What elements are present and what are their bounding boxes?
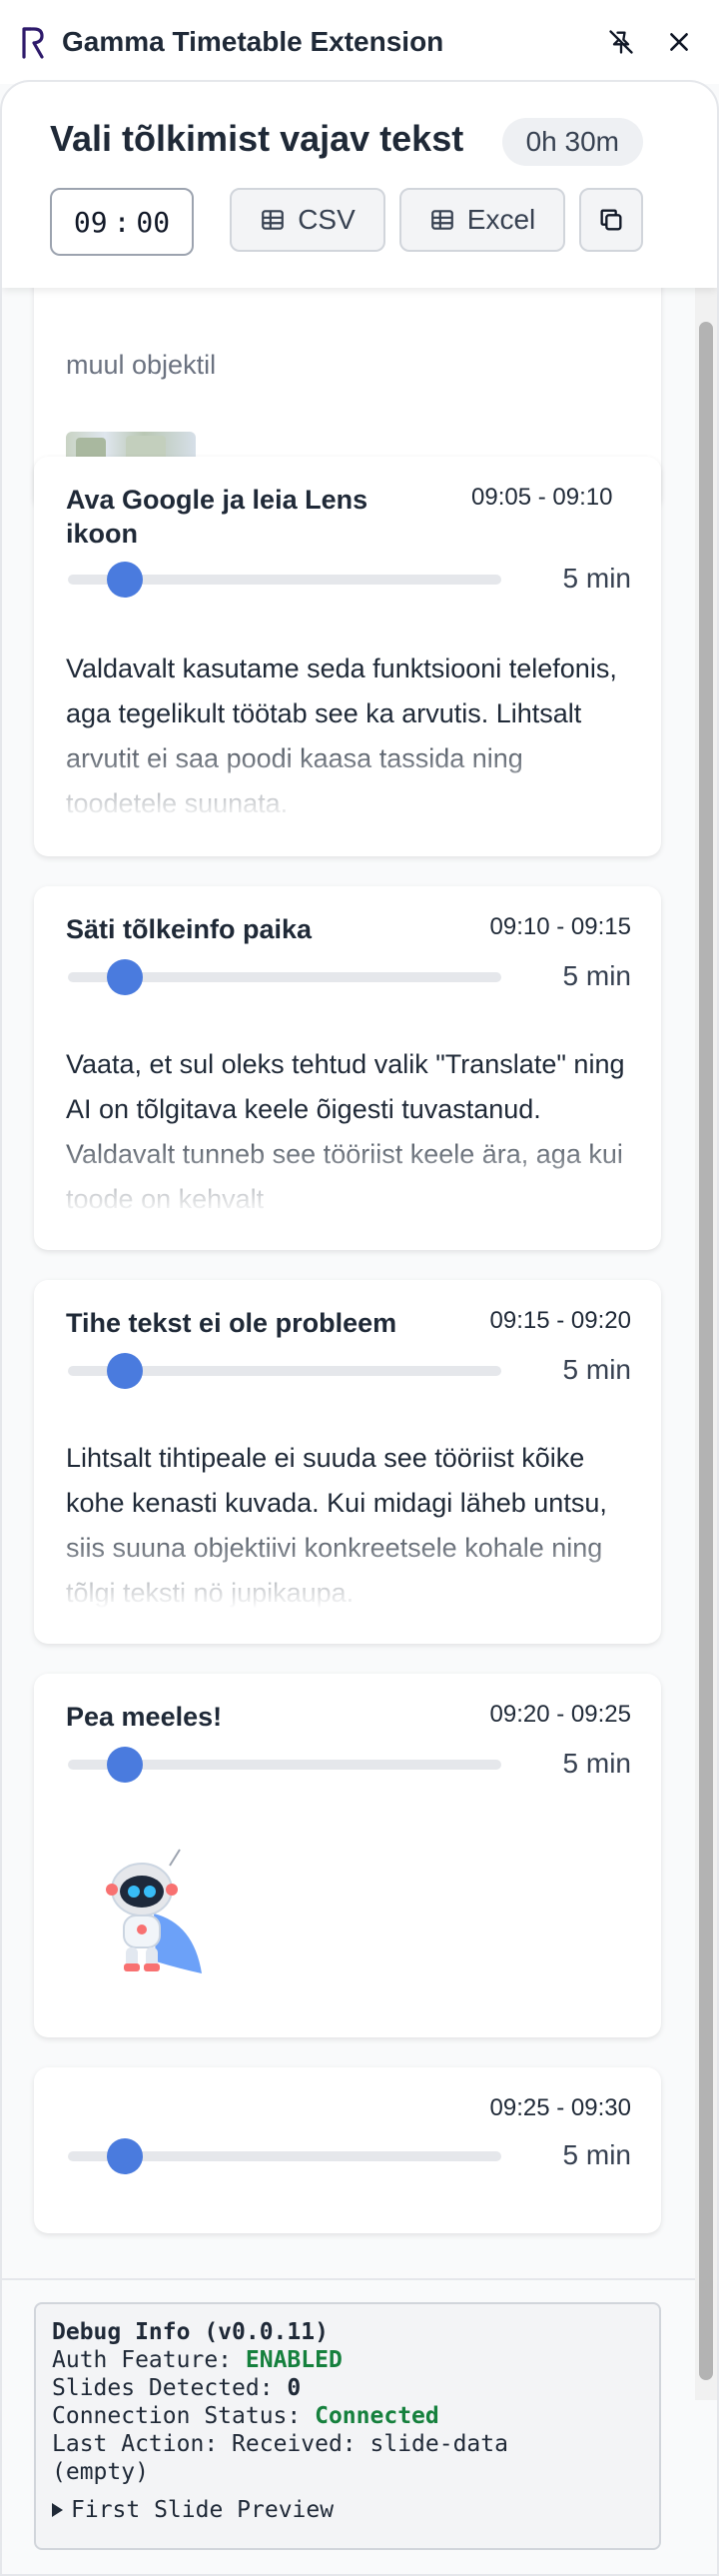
robot-mascot-image (106, 1849, 202, 1973)
auth-label: Auth Feature: (52, 2347, 233, 2373)
duration-slider[interactable] (68, 959, 501, 995)
slide-title: Ava Google ja leia Lens ikoon (66, 485, 368, 549)
slide-card: Tihe tekst ei ole probleem 09:15 - 09:20… (34, 1280, 661, 1644)
last-action-value: Received: slide-data (232, 2431, 508, 2457)
slide-card: Pea meeles! 09:20 - 09:25 5 min (34, 1674, 661, 2037)
slider-thumb[interactable] (107, 1747, 144, 1783)
slide-time-range: 09:25 - 09:30 (489, 2094, 631, 2121)
last-action-extra: (empty) (52, 2459, 149, 2485)
slide-duration: 5 min (562, 960, 631, 991)
duration-slider[interactable] (68, 2138, 501, 2174)
duration-slider[interactable] (68, 1747, 501, 1783)
total-duration-badge: 0h 30m (501, 118, 643, 166)
close-icon (670, 33, 688, 51)
connection-row: Connection Status: Connected (52, 2402, 643, 2430)
copy-button[interactable] (579, 188, 643, 252)
unpin-button[interactable] (601, 22, 641, 62)
slides-label: Slides Detected: (52, 2375, 274, 2401)
slide-title: Tihe tekst ei ole probleem (66, 1308, 397, 1338)
time-separator: : (113, 205, 131, 239)
footer: Debug Info (v0.0.11) Auth Feature: ENABL… (2, 2278, 695, 2574)
slide-duration: 5 min (562, 1354, 631, 1385)
app-logo-icon (22, 27, 44, 59)
slide-title: Säti tõlkeinfo paika (66, 914, 313, 944)
slide-duration: 5 min (562, 563, 631, 594)
excel-label: Excel (466, 204, 536, 235)
timetable-header: Vali tõlkimist vajav tekst 0h 30m 09 : 0… (2, 82, 717, 288)
duration-slider[interactable] (68, 562, 501, 598)
slide-duration: 5 min (562, 1748, 631, 1779)
title-bar: Gamma Timetable Extension (0, 0, 719, 84)
debug-panel: Debug Info (v0.0.11) Auth Feature: ENABL… (34, 2302, 661, 2550)
first-slide-preview-toggle[interactable]: First Slide Preview (52, 2496, 643, 2524)
slider-thumb[interactable] (107, 562, 144, 598)
slide-card: Ava Google ja leia Lens ikoon 09:05 - 09… (34, 457, 661, 856)
copy-icon (600, 209, 622, 231)
start-minute[interactable]: 00 (136, 206, 170, 239)
connection-status: Connected (315, 2403, 439, 2429)
slider-thumb[interactable] (107, 2138, 144, 2174)
table-icon (430, 210, 453, 230)
scrollbar-thumb[interactable] (699, 322, 713, 2380)
slide-body: muul objektil (66, 350, 217, 380)
auth-feature-row: Auth Feature: ENABLED (52, 2346, 643, 2374)
slide-time-range: 09:05 - 09:10 (471, 484, 613, 511)
connection-label: Connection Status: (52, 2403, 302, 2429)
duration-slider[interactable] (68, 1353, 501, 1389)
disclosure-triangle-icon (52, 2503, 63, 2517)
slides-count: 0 (287, 2375, 302, 2401)
presentation-title: Vali tõlkimist vajav tekst (50, 118, 464, 159)
app-title: Gamma Timetable Extension (62, 26, 444, 57)
slider-thumb[interactable] (107, 959, 144, 995)
debug-title: Debug Info (v0.0.11) (52, 2319, 329, 2345)
table-icon (262, 210, 285, 230)
start-time-input[interactable]: 09 : 00 (50, 188, 194, 256)
last-action-row: Last Action: Received: slide-data (52, 2430, 643, 2458)
slide-time-range: 09:15 - 09:20 (489, 1307, 631, 1334)
pin-off-icon (609, 30, 633, 54)
slide-time-range: 09:10 - 09:15 (489, 913, 631, 940)
slide-card: Säti tõlkeinfo paika 09:10 - 09:15 5 min… (34, 886, 661, 1250)
export-csv-button[interactable]: CSV (230, 188, 385, 252)
timetable-list[interactable]: muul objektil Ava Google ja leia Lens ik… (2, 82, 695, 2278)
slides-detected-row: Slides Detected: 0 (52, 2374, 643, 2402)
export-excel-button[interactable]: Excel (399, 188, 565, 252)
slide-title: Pea meeles! (66, 1702, 223, 1732)
panel: muul objektil Ava Google ja leia Lens ik… (0, 80, 719, 2576)
slide-time-range: 09:20 - 09:25 (489, 1701, 631, 1728)
slider-thumb[interactable] (107, 1353, 144, 1389)
auth-status: ENABLED (245, 2347, 343, 2373)
csv-label: CSV (298, 204, 356, 235)
close-button[interactable] (659, 22, 699, 62)
slide-duration: 5 min (562, 2139, 631, 2170)
last-action-label: Last Action: (52, 2431, 219, 2457)
slide-card: 09:25 - 09:30 5 min (34, 2067, 661, 2233)
preview-label: First Slide Preview (71, 2497, 335, 2523)
start-hour[interactable]: 09 (74, 206, 108, 239)
